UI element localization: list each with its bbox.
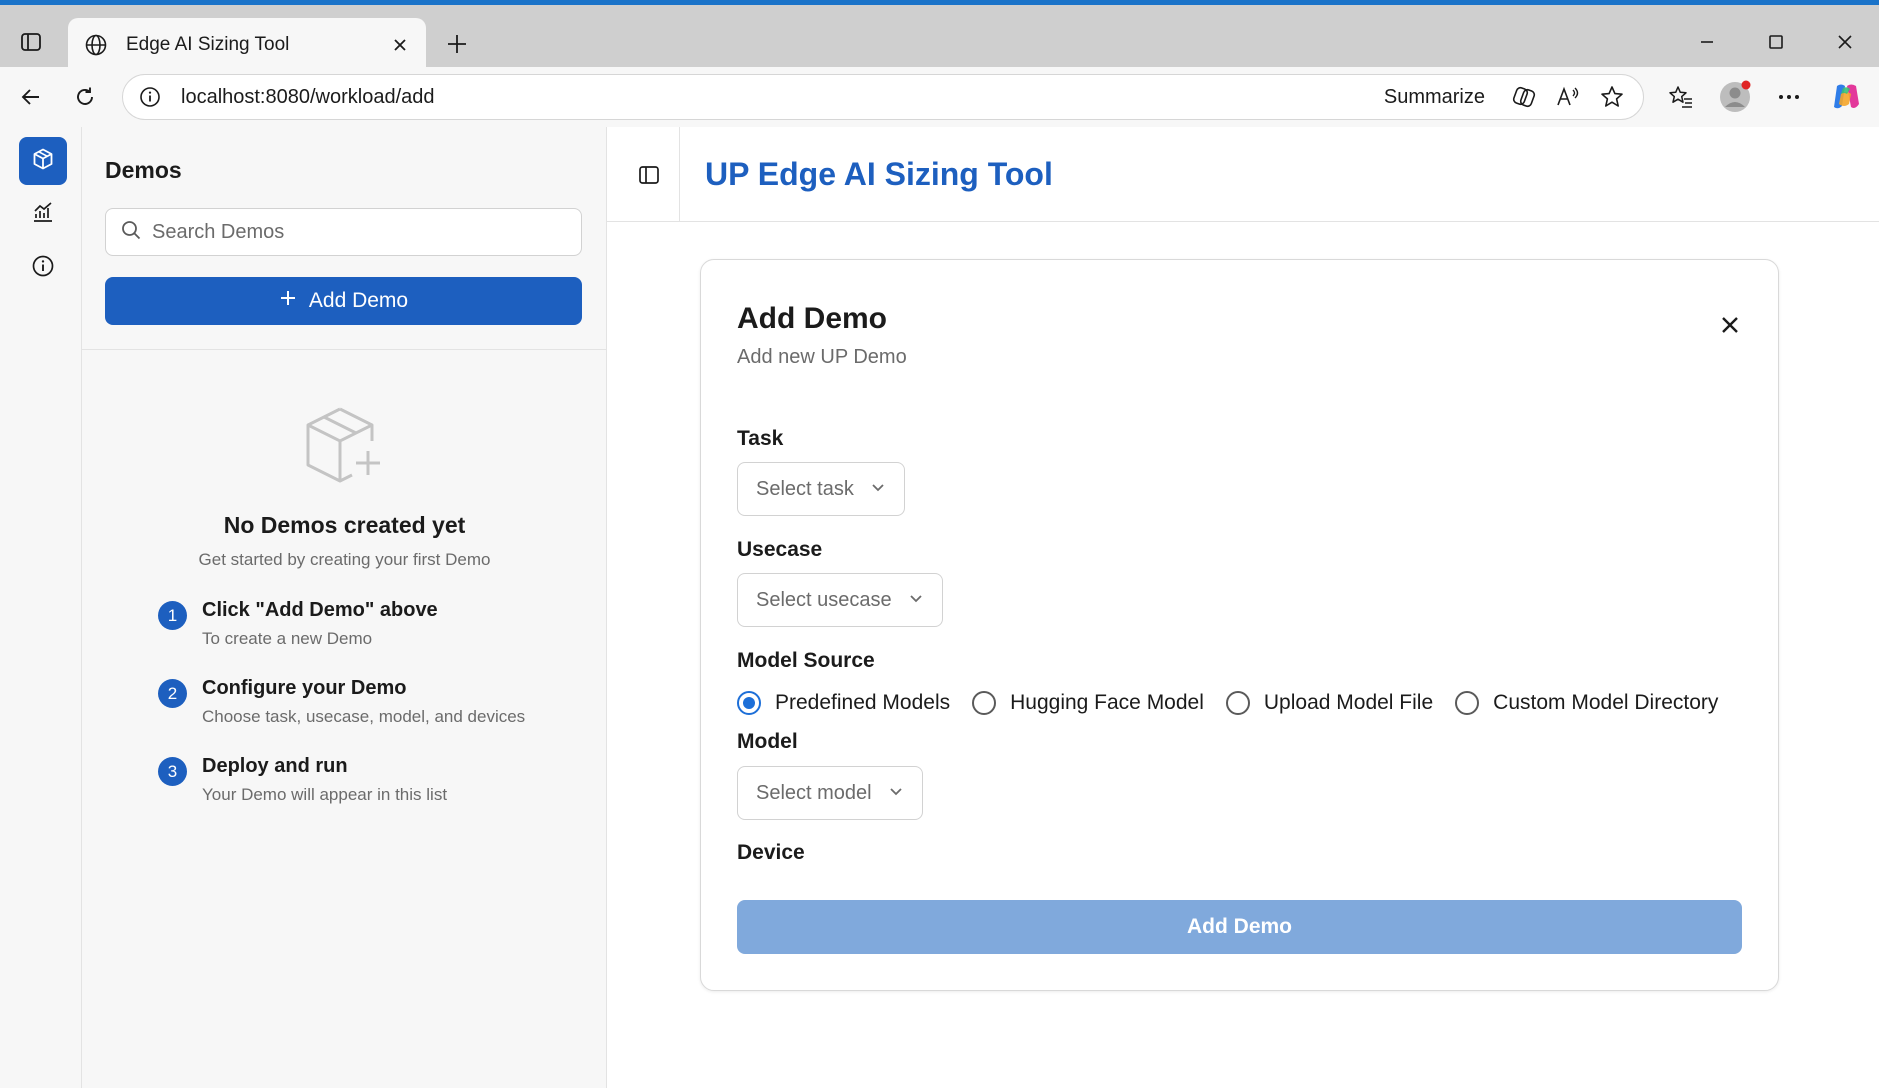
model-source-label: Model Source [737, 649, 875, 672]
site-info-icon[interactable] [137, 84, 163, 110]
step-number: 1 [158, 601, 187, 630]
main-content: UP Edge AI Sizing Tool Add Demo Add new … [607, 127, 1879, 1088]
profile-avatar-icon[interactable] [1715, 77, 1755, 117]
empty-box-plus-icon [300, 401, 390, 491]
rail-analytics-button[interactable] [19, 190, 67, 238]
form-subtitle: Add new UP Demo [737, 346, 907, 368]
radio-label: Hugging Face Model [1010, 691, 1204, 714]
model-label: Model [737, 730, 798, 753]
radio-hugging-face-model[interactable]: Hugging Face Model [972, 691, 1204, 715]
more-options-icon[interactable] [1769, 77, 1809, 117]
device-label: Device [737, 841, 805, 864]
radio-button[interactable] [972, 691, 997, 715]
tab-actions-icon[interactable] [12, 23, 50, 61]
address-bar[interactable]: localhost:8080/workload/add Summarize [122, 74, 1644, 120]
search-icon [120, 219, 142, 246]
form-title: Add Demo [737, 302, 887, 335]
step-item: 3 Deploy and run Your Demo will appear i… [158, 755, 598, 811]
step-number: 3 [158, 757, 187, 786]
app: Demos Add Demo No Demos created yet Get … [0, 127, 1879, 1088]
radio-label: Predefined Models [775, 691, 951, 714]
step-number: 2 [158, 679, 187, 708]
url-text[interactable]: localhost:8080/workload/add [181, 86, 1384, 109]
sidebar-toggle-icon[interactable] [631, 157, 667, 193]
close-icon[interactable] [1715, 310, 1745, 340]
header-separator [679, 127, 680, 222]
radio-label: Upload Model File [1263, 691, 1434, 714]
usecase-select[interactable]: Select usecase [737, 573, 943, 627]
copilot-icon[interactable] [1826, 77, 1866, 117]
favorite-star-icon[interactable] [1595, 80, 1629, 114]
search-box[interactable] [105, 208, 582, 256]
usecase-select-value: Select usecase [756, 588, 892, 611]
step-description: To create a new Demo [202, 629, 373, 648]
rail-demos-button[interactable] [19, 137, 67, 185]
plus-icon [279, 289, 297, 313]
tab-title: Edge AI Sizing Tool [126, 34, 290, 55]
copilot-summarize-icon[interactable] [1507, 80, 1541, 114]
search-input[interactable] [152, 220, 567, 244]
model-select-value: Select model [756, 781, 872, 804]
browser-toolbar: localhost:8080/workload/add Summarize [0, 67, 1879, 127]
close-tab-icon[interactable] [388, 33, 412, 57]
step-title: Deploy and run [202, 755, 348, 777]
cube-icon [31, 147, 55, 176]
add-demo-label: Add Demo [308, 289, 409, 312]
model-select[interactable]: Select model [737, 766, 923, 820]
analytics-icon [31, 200, 55, 229]
step-title: Click "Add Demo" above [202, 599, 438, 621]
back-icon[interactable] [13, 79, 49, 115]
model-source-radio-group: Predefined Models Hugging Face Model Upl… [737, 687, 1740, 719]
rail-info-button[interactable] [19, 244, 67, 292]
main-header: UP Edge AI Sizing Tool [607, 127, 1879, 222]
browser-tab[interactable]: Edge AI Sizing Tool [68, 18, 426, 72]
radio-button-checked[interactable] [737, 691, 761, 715]
radio-upload-model-file[interactable]: Upload Model File [1225, 691, 1434, 715]
task-select-value: Select task [756, 477, 854, 500]
radio-button[interactable] [1225, 691, 1250, 715]
browser-titlebar: Edge AI Sizing Tool [0, 5, 1879, 72]
app-title: UP Edge AI Sizing Tool [705, 156, 1053, 192]
demos-sidebar: Demos Add Demo No Demos created yet Get … [82, 127, 607, 1088]
info-icon [31, 254, 55, 283]
close-window-icon[interactable] [1828, 25, 1862, 59]
empty-state-subtitle: Get started by creating your first Demo [198, 550, 491, 569]
chevron-down-icon [870, 478, 886, 501]
task-select[interactable]: Select task [737, 462, 905, 516]
sidebar-title: Demos [105, 157, 182, 183]
minimize-icon[interactable] [1690, 25, 1724, 59]
add-demo-button[interactable]: Add Demo [105, 277, 582, 325]
chevron-down-icon [908, 589, 924, 612]
add-demo-card: Add Demo Add new UP Demo Task Select tas… [700, 259, 1779, 991]
read-aloud-icon[interactable] [1551, 80, 1585, 114]
empty-state-title: No Demos created yet [223, 512, 466, 538]
step-item: 2 Configure your Demo Choose task, useca… [158, 677, 598, 733]
radio-label: Custom Model Directory [1493, 691, 1719, 714]
task-label: Task [737, 427, 784, 450]
chevron-down-icon [888, 782, 904, 805]
maximize-icon[interactable] [1759, 25, 1793, 59]
step-description: Your Demo will appear in this list [202, 785, 448, 804]
usecase-label: Usecase [737, 538, 823, 561]
add-demo-submit-button[interactable]: Add Demo [737, 900, 1742, 954]
step-item: 1 Click "Add Demo" above To create a new… [158, 599, 598, 655]
new-tab-icon[interactable] [440, 27, 474, 61]
step-title: Configure your Demo [202, 677, 407, 699]
refresh-icon[interactable] [67, 79, 103, 115]
summarize-button[interactable]: Summarize [1384, 86, 1485, 109]
step-description: Choose task, usecase, model, and devices [202, 707, 526, 726]
globe-icon [82, 31, 110, 59]
radio-predefined-models[interactable]: Predefined Models [737, 691, 950, 715]
radio-button[interactable] [1455, 691, 1480, 715]
radio-custom-model-directory[interactable]: Custom Model Directory [1455, 691, 1718, 715]
sidebar-divider [82, 349, 607, 350]
favorites-list-icon[interactable] [1661, 77, 1701, 117]
icon-rail [0, 127, 82, 1088]
